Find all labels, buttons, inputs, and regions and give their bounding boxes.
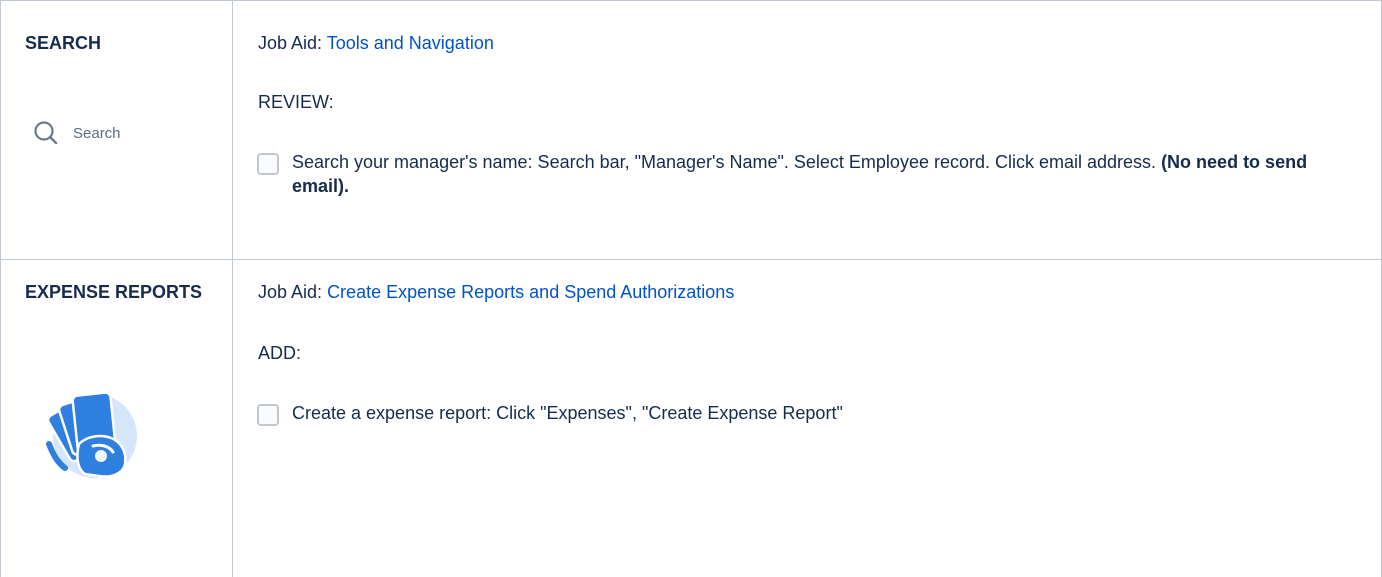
section-header-cell: EXPENSE REPORTS xyxy=(0,260,233,577)
search-icon xyxy=(34,121,58,145)
section-content-cell: Job Aid: Tools and Navigation REVIEW: Se… xyxy=(233,1,1382,259)
job-aid-line: Job Aid: Create Expense Reports and Spen… xyxy=(258,280,734,304)
job-aid-prefix: Job Aid: xyxy=(258,33,323,53)
job-aid-line: Job Aid: Tools and Navigation xyxy=(258,31,494,55)
section-title: EXPENSE REPORTS xyxy=(25,282,203,302)
job-aid-prefix: Job Aid: xyxy=(258,282,323,302)
section-title: SEARCH xyxy=(25,33,102,53)
task-text: Create a expense report: Click "Expenses… xyxy=(292,401,843,425)
search-widget: Search xyxy=(33,121,121,145)
task-checkbox[interactable] xyxy=(257,404,279,426)
job-aid-link-tools-navigation[interactable]: Tools and Navigation xyxy=(327,33,494,53)
subhead-review: REVIEW: xyxy=(258,92,334,112)
search-label: Search xyxy=(73,124,121,142)
task-item: Create a expense report: Click "Expenses… xyxy=(257,401,1357,426)
task-item: Search your manager's name: Search bar, … xyxy=(257,150,1357,198)
table-row-search: SEARCH Search Job Aid: Tools and Navigat… xyxy=(0,1,1382,260)
section-header-cell: SEARCH Search xyxy=(0,1,233,259)
task-checkbox[interactable] xyxy=(257,153,279,175)
table-row-expense-reports: EXPENSE REPORTS Job Aid: Create Expense … xyxy=(0,260,1382,577)
task-text-body: Create a expense report: Click "Expenses… xyxy=(292,403,843,423)
section-content-cell: Job Aid: Create Expense Reports and Spen… xyxy=(233,260,1382,577)
task-text: Search your manager's name: Search bar, … xyxy=(292,150,1357,198)
job-aid-link-create-expense-reports[interactable]: Create Expense Reports and Spend Authori… xyxy=(327,282,734,302)
task-text-body: Search your manager's name: Search bar, … xyxy=(292,152,1157,172)
hand-holding-cards-icon xyxy=(46,391,137,478)
subhead-add: ADD: xyxy=(258,343,302,363)
task-table: SEARCH Search Job Aid: Tools and Navigat… xyxy=(0,0,1382,577)
